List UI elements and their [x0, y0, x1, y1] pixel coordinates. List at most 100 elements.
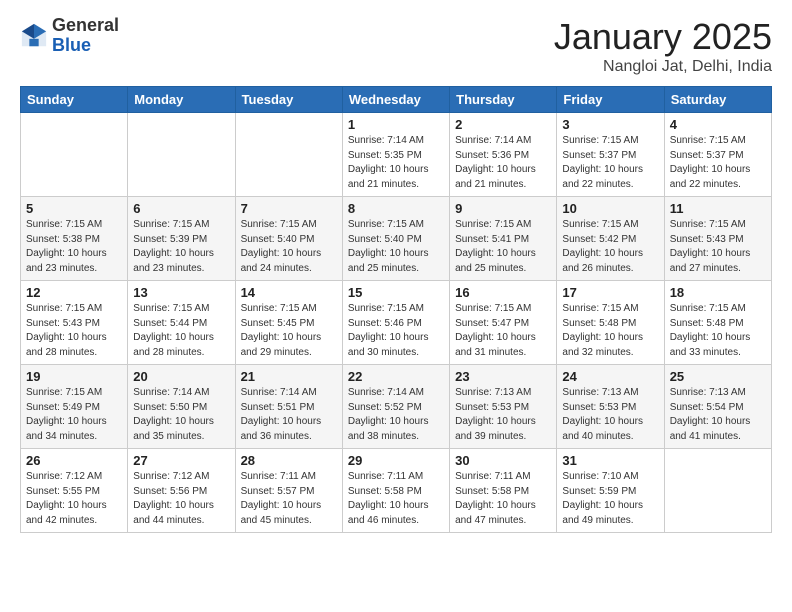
daylight-text: Daylight: 10 hours and 25 minutes.	[348, 248, 429, 274]
day-info: Sunrise: 7:15 AM Sunset: 5:44 PM Dayligh…	[133, 302, 229, 360]
day-number: 19	[26, 369, 122, 384]
day-number: 5	[26, 201, 122, 216]
day-number: 15	[348, 285, 444, 300]
day-number: 31	[562, 453, 658, 468]
day-cell: 22 Sunrise: 7:14 AM Sunset: 5:52 PM Dayl…	[342, 365, 449, 449]
header-monday: Monday	[128, 87, 235, 113]
sunrise-text: Sunrise: 7:11 AM	[348, 471, 423, 482]
sunrise-text: Sunrise: 7:15 AM	[26, 387, 102, 398]
daylight-text: Daylight: 10 hours and 21 minutes.	[455, 164, 536, 190]
day-number: 21	[241, 369, 337, 384]
daylight-text: Daylight: 10 hours and 44 minutes.	[133, 500, 214, 526]
title-section: January 2025 Nangloi Jat, Delhi, India	[554, 16, 772, 76]
day-info: Sunrise: 7:15 AM Sunset: 5:37 PM Dayligh…	[562, 134, 658, 192]
sunrise-text: Sunrise: 7:13 AM	[670, 387, 746, 398]
day-number: 6	[133, 201, 229, 216]
sunrise-text: Sunrise: 7:15 AM	[562, 219, 638, 230]
day-cell: 15 Sunrise: 7:15 AM Sunset: 5:46 PM Dayl…	[342, 281, 449, 365]
day-info: Sunrise: 7:15 AM Sunset: 5:46 PM Dayligh…	[348, 302, 444, 360]
day-cell: 25 Sunrise: 7:13 AM Sunset: 5:54 PM Dayl…	[664, 365, 771, 449]
day-cell: 28 Sunrise: 7:11 AM Sunset: 5:57 PM Dayl…	[235, 449, 342, 533]
sunset-text: Sunset: 5:54 PM	[670, 402, 744, 413]
sunrise-text: Sunrise: 7:13 AM	[562, 387, 638, 398]
daylight-text: Daylight: 10 hours and 33 minutes.	[670, 332, 751, 358]
daylight-text: Daylight: 10 hours and 28 minutes.	[26, 332, 107, 358]
daylight-text: Daylight: 10 hours and 22 minutes.	[670, 164, 751, 190]
sunset-text: Sunset: 5:44 PM	[133, 318, 207, 329]
sunset-text: Sunset: 5:48 PM	[670, 318, 744, 329]
sunset-text: Sunset: 5:59 PM	[562, 486, 636, 497]
day-cell	[128, 113, 235, 197]
sunrise-text: Sunrise: 7:15 AM	[241, 303, 317, 314]
day-cell: 29 Sunrise: 7:11 AM Sunset: 5:58 PM Dayl…	[342, 449, 449, 533]
day-info: Sunrise: 7:15 AM Sunset: 5:39 PM Dayligh…	[133, 218, 229, 276]
sunrise-text: Sunrise: 7:15 AM	[241, 219, 317, 230]
daylight-text: Daylight: 10 hours and 21 minutes.	[348, 164, 429, 190]
page-container: General Blue January 2025 Nangloi Jat, D…	[0, 0, 792, 543]
day-number: 23	[455, 369, 551, 384]
sunset-text: Sunset: 5:38 PM	[26, 234, 100, 245]
sunset-text: Sunset: 5:46 PM	[348, 318, 422, 329]
daylight-text: Daylight: 10 hours and 23 minutes.	[133, 248, 214, 274]
daylight-text: Daylight: 10 hours and 46 minutes.	[348, 500, 429, 526]
day-number: 27	[133, 453, 229, 468]
week-row-0: 1 Sunrise: 7:14 AM Sunset: 5:35 PM Dayli…	[21, 113, 772, 197]
day-info: Sunrise: 7:14 AM Sunset: 5:51 PM Dayligh…	[241, 386, 337, 444]
daylight-text: Daylight: 10 hours and 34 minutes.	[26, 416, 107, 442]
daylight-text: Daylight: 10 hours and 23 minutes.	[26, 248, 107, 274]
calendar-table: Sunday Monday Tuesday Wednesday Thursday…	[20, 86, 772, 533]
day-cell	[21, 113, 128, 197]
day-number: 4	[670, 117, 766, 132]
daylight-text: Daylight: 10 hours and 30 minutes.	[348, 332, 429, 358]
day-number: 3	[562, 117, 658, 132]
header-friday: Friday	[557, 87, 664, 113]
day-info: Sunrise: 7:15 AM Sunset: 5:40 PM Dayligh…	[241, 218, 337, 276]
day-info: Sunrise: 7:12 AM Sunset: 5:56 PM Dayligh…	[133, 470, 229, 528]
sunrise-text: Sunrise: 7:15 AM	[133, 219, 209, 230]
sunrise-text: Sunrise: 7:15 AM	[670, 219, 746, 230]
daylight-text: Daylight: 10 hours and 38 minutes.	[348, 416, 429, 442]
sunset-text: Sunset: 5:37 PM	[670, 150, 744, 161]
day-info: Sunrise: 7:10 AM Sunset: 5:59 PM Dayligh…	[562, 470, 658, 528]
weekday-header-row: Sunday Monday Tuesday Wednesday Thursday…	[21, 87, 772, 113]
daylight-text: Daylight: 10 hours and 45 minutes.	[241, 500, 322, 526]
sunset-text: Sunset: 5:40 PM	[348, 234, 422, 245]
day-number: 17	[562, 285, 658, 300]
logo-icon	[20, 22, 48, 50]
day-info: Sunrise: 7:15 AM Sunset: 5:37 PM Dayligh…	[670, 134, 766, 192]
daylight-text: Daylight: 10 hours and 22 minutes.	[562, 164, 643, 190]
sunrise-text: Sunrise: 7:11 AM	[241, 471, 316, 482]
daylight-text: Daylight: 10 hours and 32 minutes.	[562, 332, 643, 358]
day-cell: 1 Sunrise: 7:14 AM Sunset: 5:35 PM Dayli…	[342, 113, 449, 197]
day-number: 18	[670, 285, 766, 300]
day-cell: 24 Sunrise: 7:13 AM Sunset: 5:53 PM Dayl…	[557, 365, 664, 449]
day-cell: 13 Sunrise: 7:15 AM Sunset: 5:44 PM Dayl…	[128, 281, 235, 365]
sunset-text: Sunset: 5:52 PM	[348, 402, 422, 413]
day-cell: 16 Sunrise: 7:15 AM Sunset: 5:47 PM Dayl…	[450, 281, 557, 365]
day-info: Sunrise: 7:15 AM Sunset: 5:38 PM Dayligh…	[26, 218, 122, 276]
day-info: Sunrise: 7:13 AM Sunset: 5:53 PM Dayligh…	[455, 386, 551, 444]
sunset-text: Sunset: 5:55 PM	[26, 486, 100, 497]
day-number: 28	[241, 453, 337, 468]
day-number: 16	[455, 285, 551, 300]
daylight-text: Daylight: 10 hours and 39 minutes.	[455, 416, 536, 442]
day-number: 8	[348, 201, 444, 216]
day-info: Sunrise: 7:14 AM Sunset: 5:36 PM Dayligh…	[455, 134, 551, 192]
sunrise-text: Sunrise: 7:14 AM	[241, 387, 317, 398]
sunrise-text: Sunrise: 7:15 AM	[455, 219, 531, 230]
day-cell: 5 Sunrise: 7:15 AM Sunset: 5:38 PM Dayli…	[21, 197, 128, 281]
day-number: 29	[348, 453, 444, 468]
daylight-text: Daylight: 10 hours and 24 minutes.	[241, 248, 322, 274]
sunrise-text: Sunrise: 7:10 AM	[562, 471, 638, 482]
day-number: 22	[348, 369, 444, 384]
day-info: Sunrise: 7:11 AM Sunset: 5:58 PM Dayligh…	[455, 470, 551, 528]
header-tuesday: Tuesday	[235, 87, 342, 113]
day-cell: 30 Sunrise: 7:11 AM Sunset: 5:58 PM Dayl…	[450, 449, 557, 533]
day-number: 25	[670, 369, 766, 384]
daylight-text: Daylight: 10 hours and 28 minutes.	[133, 332, 214, 358]
sunrise-text: Sunrise: 7:15 AM	[26, 303, 102, 314]
day-info: Sunrise: 7:11 AM Sunset: 5:58 PM Dayligh…	[348, 470, 444, 528]
sunrise-text: Sunrise: 7:13 AM	[455, 387, 531, 398]
header: General Blue January 2025 Nangloi Jat, D…	[20, 16, 772, 76]
daylight-text: Daylight: 10 hours and 40 minutes.	[562, 416, 643, 442]
